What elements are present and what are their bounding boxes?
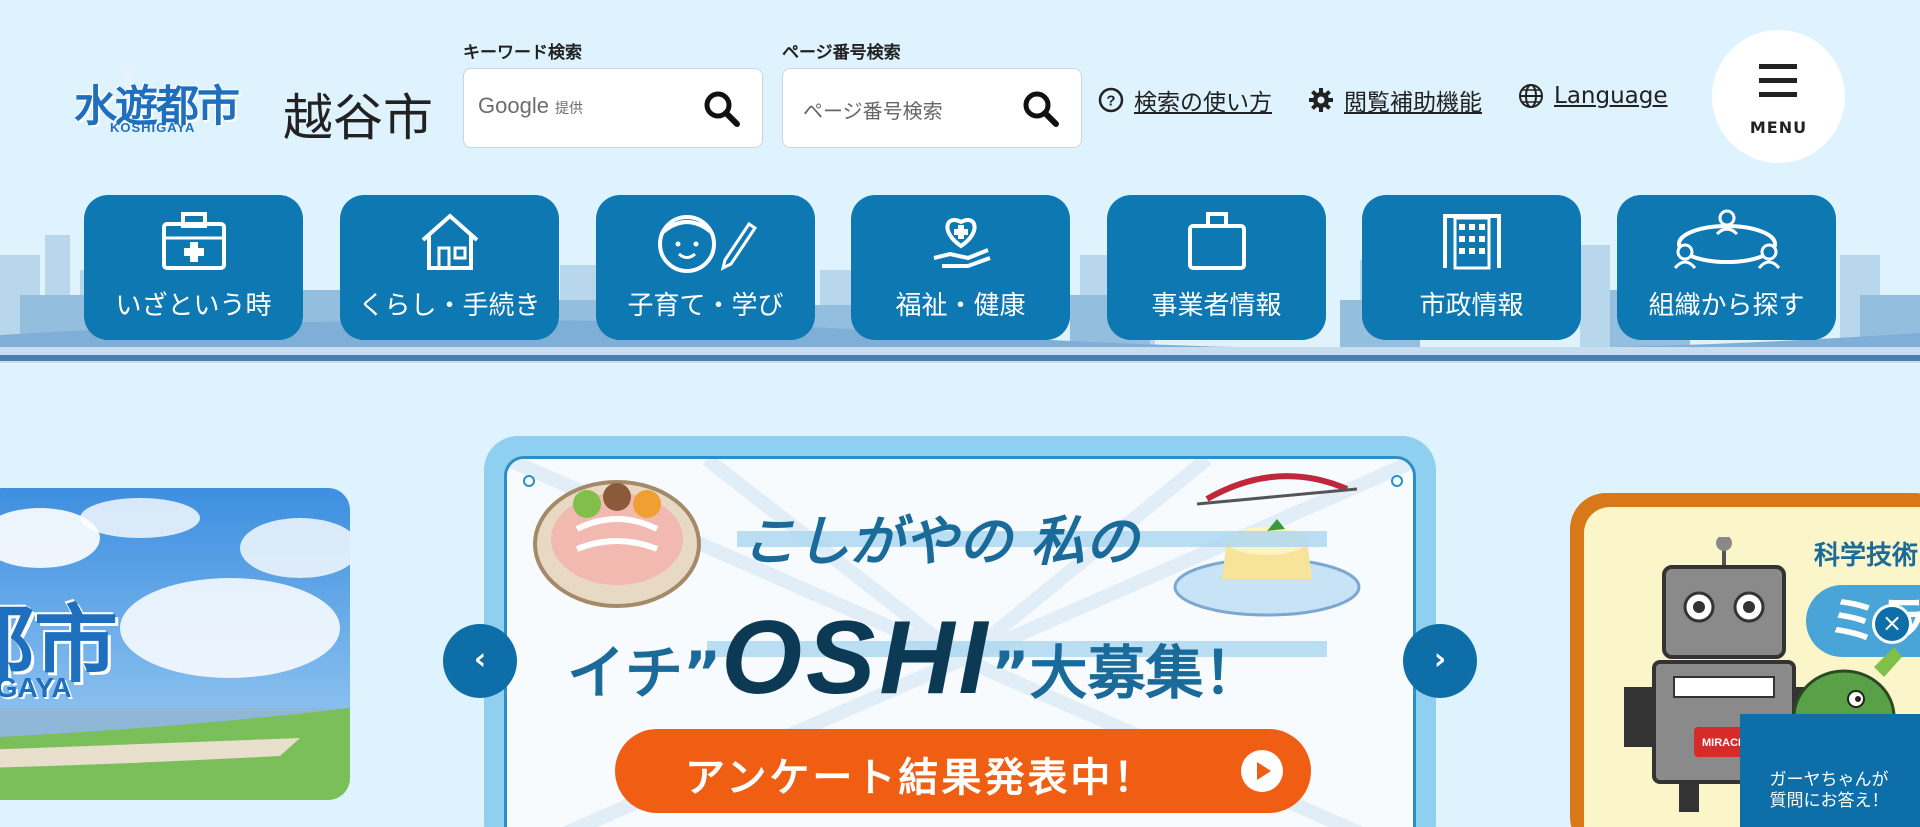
- first-aid-kit-icon: [161, 212, 226, 270]
- hamburger-icon: [1759, 64, 1797, 106]
- nav-label: 組織から探す: [1648, 291, 1805, 321]
- svg-text:?: ?: [1106, 93, 1115, 110]
- house-icon: [421, 213, 478, 270]
- header-bottom-rule: [0, 355, 1920, 361]
- chatbot-text-line2: 質問にお答え！: [1769, 791, 1889, 811]
- search-help-link[interactable]: ? 検索の使い方: [1098, 83, 1272, 117]
- left-slide-logo-sub: IGAYA: [0, 672, 72, 703]
- city-logo[interactable]: 水遊都市 KOSHIGAYA: [74, 68, 246, 146]
- oshi-headline-line1: こしがやの 私の: [742, 510, 1139, 573]
- play-icon: [1241, 750, 1283, 792]
- menu-label: MENU: [1749, 118, 1808, 137]
- question-circle-icon: ?: [1098, 87, 1124, 113]
- nav-emergency[interactable]: いざという時: [84, 195, 303, 340]
- building-icon: [1442, 214, 1501, 270]
- child-face-pencil-icon: [657, 215, 757, 273]
- page-number-search-input[interactable]: ページ番号検索: [782, 68, 1082, 148]
- nav-label: 福祉・健康: [895, 291, 1026, 321]
- oshi-banner: こしがやの 私の イチ”OSHI”大募集！ アンケート結果発表中！: [504, 456, 1416, 827]
- survey-results-label: アンケート結果発表中！: [685, 755, 1157, 801]
- logo-subtext: KOSHIGAYA: [110, 120, 196, 135]
- gear-icon: [1309, 88, 1333, 112]
- globe-icon: [1519, 84, 1543, 108]
- nav-business-info[interactable]: 事業者情報: [1107, 195, 1326, 340]
- oshi-prefix: イチ”: [567, 639, 722, 707]
- page-search-placeholder: ページ番号検索: [803, 99, 943, 123]
- carousel-slide-oshi[interactable]: こしがやの 私の イチ”OSHI”大募集！ アンケート結果発表中！: [484, 436, 1436, 827]
- nav-label: 市政情報: [1419, 291, 1524, 321]
- keyword-search-label: キーワード検索: [463, 43, 582, 63]
- briefcase-icon: [1187, 212, 1246, 270]
- keyword-search-button-icon[interactable]: [700, 87, 744, 131]
- nav-label: いざという時: [115, 291, 272, 321]
- language-link[interactable]: Language: [1518, 83, 1668, 109]
- heart-hand-icon: [933, 218, 991, 268]
- page-search-label: ページ番号検索: [782, 43, 901, 63]
- accessibility-link[interactable]: 閲覧補助機能: [1308, 83, 1482, 117]
- google-label: Google: [478, 93, 549, 118]
- carousel-prev-button[interactable]: ‹: [443, 624, 517, 698]
- google-provider-watermark: Google 提供: [478, 93, 583, 119]
- keyword-search-input[interactable]: Google 提供: [463, 68, 763, 148]
- survey-results-button[interactable]: アンケート結果発表中！: [615, 729, 1311, 813]
- carousel-next-button[interactable]: ›: [1403, 624, 1477, 698]
- nav-label: 事業者情報: [1151, 291, 1282, 321]
- oshi-suffix: ”大募集！: [991, 639, 1262, 707]
- oshi-headline-line2: イチ”OSHI”大募集！: [567, 599, 1262, 718]
- site-header: 水遊都市 KOSHIGAYA 越谷市 キーワード検索 Google 提供 ページ番…: [0, 0, 1920, 365]
- carousel-slide-left[interactable]: 都市 IGAYA: [0, 488, 350, 800]
- nav-label: くらし・手続き: [358, 291, 541, 321]
- nav-childcare-learning[interactable]: 子育て・学び: [596, 195, 815, 340]
- language-label: Language: [1554, 83, 1668, 109]
- nav-living-procedures[interactable]: くらし・手続き: [340, 195, 559, 340]
- menu-button[interactable]: MENU: [1712, 30, 1845, 163]
- chatbot-close-button[interactable]: ×: [1872, 604, 1912, 644]
- accessibility-label: 閲覧補助機能: [1344, 90, 1482, 116]
- oshi-big-text: OSHI: [721, 600, 992, 716]
- chatbot-prompt-text[interactable]: ガーヤちゃんが 質問にお答え！: [1744, 770, 1914, 812]
- provider-suffix: 提供: [554, 100, 583, 116]
- page-search-button-icon[interactable]: [1019, 87, 1063, 131]
- nav-search-by-organization[interactable]: 組織から探す: [1617, 195, 1836, 340]
- search-help-label: 検索の使い方: [1134, 90, 1272, 116]
- chatbot-text-line1: ガーヤちゃんが: [1769, 770, 1889, 790]
- nav-label: 子育て・学び: [627, 291, 784, 321]
- nav-city-administration[interactable]: 市政情報: [1362, 195, 1581, 340]
- nav-welfare-health[interactable]: 福祉・健康: [851, 195, 1070, 340]
- science-title: 科学技術: [1814, 541, 1919, 571]
- city-name-heading[interactable]: 越谷市: [283, 78, 433, 150]
- organization-icon: [1673, 209, 1780, 270]
